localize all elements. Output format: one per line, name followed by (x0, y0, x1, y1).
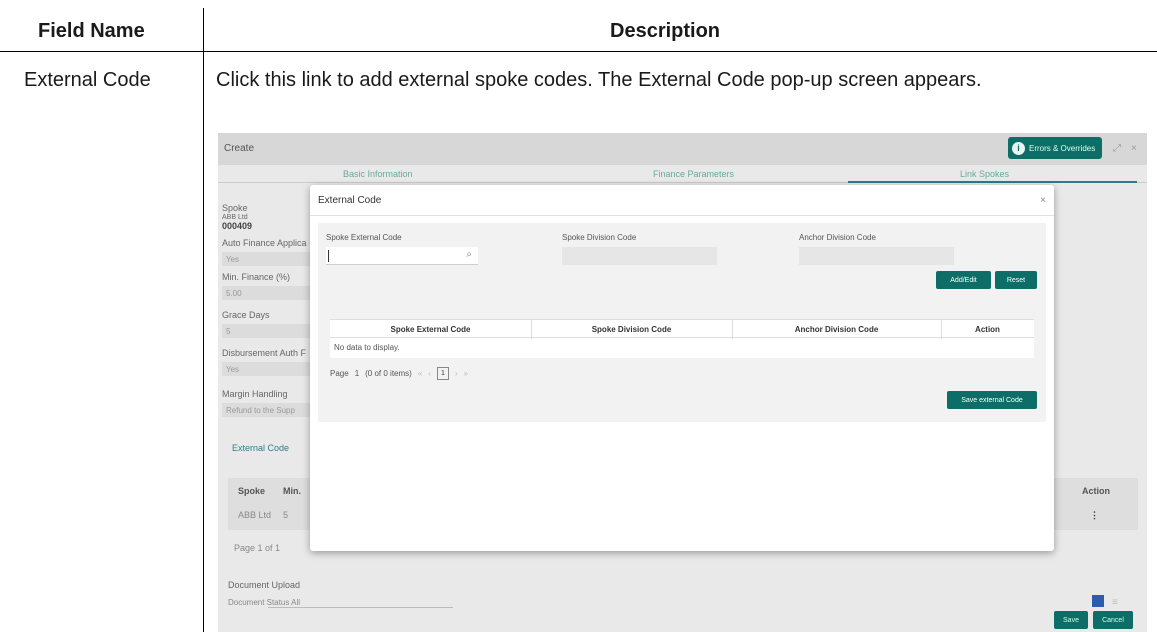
title-bar: Create i Errors & Overrides ⤢ × (218, 133, 1147, 165)
margin-handling-label: Margin Handling (222, 389, 288, 399)
spoke-external-code-input[interactable] (326, 247, 456, 264)
spoke-division-code-label: Spoke Division Code (562, 233, 637, 242)
cancel-button[interactable]: Cancel (1093, 611, 1133, 629)
grace-days-label: Grace Days (222, 310, 270, 320)
auto-finance-label: Auto Finance Applica (222, 238, 307, 248)
save-button[interactable]: Save (1054, 611, 1088, 629)
info-icon: i (1012, 141, 1025, 155)
tab-bar: Basic Information Finance Parameters Lin… (218, 165, 1147, 183)
app-screenshot: Create i Errors & Overrides ⤢ × Basic In… (218, 133, 1147, 632)
spoke-name: ABB Ltd (222, 214, 248, 221)
first-page-icon[interactable]: « (418, 369, 422, 378)
column-header-action: Action (1082, 486, 1110, 496)
close-window-icon[interactable]: × (1131, 143, 1137, 154)
close-icon[interactable]: × (1040, 195, 1046, 206)
spoke-division-code-field (562, 247, 717, 265)
document-status: Document Status All (228, 598, 300, 607)
column-header-anchor-division-code[interactable]: Anchor Division Code (732, 325, 941, 334)
column-header-spoke-division-code[interactable]: Spoke Division Code (531, 325, 732, 334)
spoke-id: 000409 (222, 221, 253, 231)
tab-basic-information[interactable]: Basic Information (343, 169, 413, 179)
anchor-division-code-field (799, 247, 954, 265)
pager-page-number: 1 (354, 369, 360, 378)
document-status-label: Document Status (228, 598, 290, 607)
reset-button[interactable]: Reset (995, 271, 1037, 289)
spoke-label: Spoke (222, 203, 248, 213)
grace-days-value[interactable]: 5 (222, 324, 312, 338)
disbursement-auth-value[interactable]: Yes (222, 362, 312, 376)
column-header-min: Min. (283, 486, 301, 496)
spoke-external-code-label: Spoke External Code (326, 233, 402, 242)
tab-link-spokes[interactable]: Link Spokes (960, 169, 1009, 179)
disbursement-auth-label: Disbursement Auth F (222, 348, 307, 358)
add-edit-button[interactable]: Add/Edit (936, 271, 991, 289)
prev-page-icon[interactable]: ‹ (428, 369, 431, 378)
anchor-division-code-label: Anchor Division Code (799, 233, 876, 242)
kebab-menu-icon[interactable]: ⋮ (1090, 510, 1099, 521)
column-divider (203, 52, 204, 632)
window-title: Create (224, 143, 255, 154)
header-field-name: Field Name (38, 20, 145, 42)
min-finance-value[interactable]: 5.00 (222, 286, 312, 300)
errors-overrides-button[interactable]: i Errors & Overrides (1008, 137, 1102, 159)
active-tab-indicator (848, 181, 1137, 183)
column-header-action[interactable]: Action (941, 325, 1034, 334)
modal-title: External Code (318, 195, 382, 206)
document-status-underline (268, 607, 453, 608)
search-icon[interactable]: ⌕ (466, 249, 472, 260)
column-header-spoke-external-code[interactable]: Spoke External Code (330, 325, 531, 334)
column-divider (203, 8, 204, 52)
column-header-spoke: Spoke (238, 486, 266, 496)
next-page-icon[interactable]: › (455, 369, 458, 378)
header-description: Description (610, 20, 721, 42)
modal-divider (310, 215, 1054, 216)
errors-overrides-label: Errors & Overrides (1029, 143, 1096, 153)
empty-message: No data to display. (334, 343, 400, 352)
external-code-grid: Spoke External Code Spoke Division Code … (330, 319, 1034, 358)
expand-icon[interactable]: ⤢ (1113, 143, 1121, 154)
last-page-icon[interactable]: » (464, 369, 468, 378)
row-field-name: External Code (24, 69, 151, 91)
row-description: Click this link to add external spoke co… (216, 69, 982, 91)
grid-header: Spoke External Code Spoke Division Code … (330, 319, 1034, 339)
spoke-external-code-field[interactable]: ⌕ (326, 247, 478, 265)
doc-table-header: Field Name Description (0, 0, 1157, 52)
spokes-pager: Page 1 of 1 (234, 543, 281, 553)
modal-pager: Page 1 (0 of 0 items) « ‹ 1 › » (330, 367, 468, 380)
list-view-icon[interactable]: ≡ (1112, 597, 1118, 608)
external-code-link[interactable]: External Code (232, 443, 289, 453)
save-external-code-button[interactable]: Save external Code (947, 391, 1037, 409)
text-caret (328, 250, 329, 262)
min-finance-label: Min. Finance (%) (222, 272, 291, 282)
current-page-box[interactable]: 1 (436, 367, 449, 380)
document-upload-heading: Document Upload (228, 580, 301, 590)
external-code-modal: External Code × Spoke External Code ⌕ Sp… (310, 185, 1054, 551)
margin-handling-value[interactable]: Refund to the Supp (222, 403, 312, 417)
tab-finance-parameters[interactable]: Finance Parameters (653, 169, 734, 179)
auto-finance-value[interactable]: Yes (222, 252, 312, 266)
grid-view-icon[interactable] (1092, 595, 1104, 607)
cell-min: 5 (283, 510, 289, 520)
external-code-panel: Spoke External Code ⌕ Spoke Division Cod… (318, 223, 1046, 422)
pager-page-label: Page (330, 369, 349, 378)
pager-items: (0 of 0 items) (365, 369, 412, 378)
cell-spoke: ABB Ltd (238, 510, 272, 520)
document-status-value[interactable]: All (291, 598, 300, 607)
